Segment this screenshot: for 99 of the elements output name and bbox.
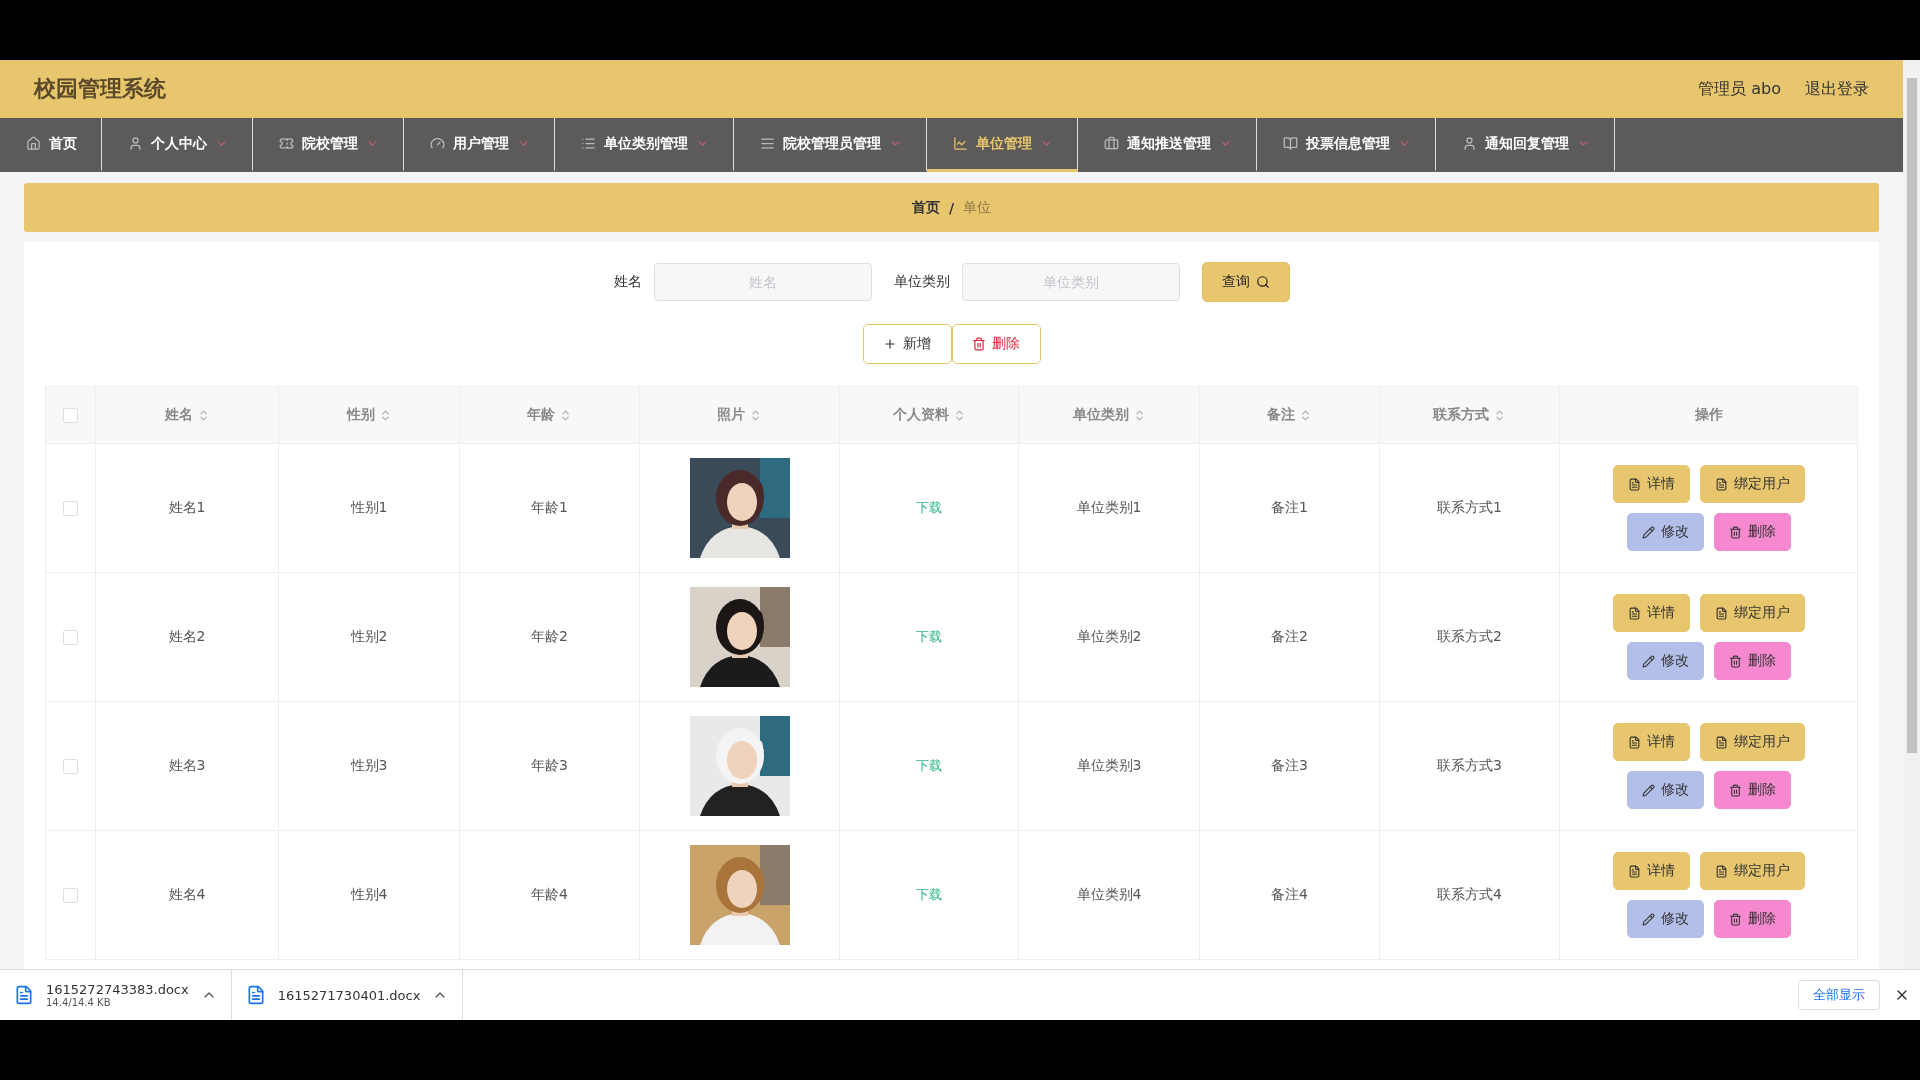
search-icon: [1255, 275, 1270, 289]
sort-icon[interactable]: [1299, 408, 1312, 422]
table-cell: 单位类别3: [1076, 757, 1142, 773]
nav-icon: [1462, 136, 1477, 151]
table-cell: 备注3: [1271, 757, 1308, 773]
detail-button[interactable]: 详情: [1612, 723, 1690, 761]
nav-icon: [430, 136, 445, 151]
pencil-icon: [1641, 654, 1655, 668]
table-cell: 姓名4: [168, 886, 206, 902]
nav-icon: [1283, 136, 1298, 151]
sort-icon[interactable]: [749, 408, 762, 422]
document-icon: [1627, 477, 1641, 491]
table-cell: 年龄4: [531, 886, 568, 902]
table-cell: 年龄3: [531, 757, 568, 773]
table-cell: 性别2: [350, 628, 388, 644]
field-label: 姓名: [613, 273, 642, 291]
document-icon: [1714, 735, 1728, 749]
plus-icon: [883, 337, 897, 351]
add-button[interactable]: 新增: [862, 324, 952, 364]
delete-button[interactable]: 删除: [1713, 513, 1791, 551]
row-checkbox[interactable]: [63, 888, 78, 904]
row-checkbox[interactable]: [63, 630, 78, 646]
column-title[interactable]: 个人资料: [892, 406, 949, 424]
sort-icon[interactable]: [1493, 408, 1506, 422]
document-icon: [14, 985, 34, 1005]
table-cell: 单位类别4: [1076, 886, 1142, 902]
query-button[interactable]: 查询: [1201, 262, 1290, 302]
delete-button[interactable]: 删除: [951, 324, 1041, 364]
bind-user-button[interactable]: 绑定用户: [1699, 852, 1805, 890]
edit-button[interactable]: 修改: [1626, 900, 1704, 938]
trash-icon: [972, 337, 986, 351]
app-title: 校园管理系统: [34, 75, 167, 103]
table-cell: 联系方式3: [1437, 757, 1502, 773]
detail-button[interactable]: 详情: [1612, 852, 1690, 890]
nav-tab[interactable]: 单位管理: [927, 118, 1078, 172]
breadcrumb-separator: /: [948, 199, 955, 216]
trash-icon: [1728, 654, 1742, 668]
document-icon: [1714, 606, 1728, 620]
table-cell: 姓名3: [168, 757, 206, 773]
show-all-button[interactable]: 全部显示: [1798, 980, 1880, 1010]
table-cell: 联系方式4: [1437, 886, 1502, 902]
delete-button[interactable]: 删除: [1713, 771, 1791, 809]
row-checkbox[interactable]: [63, 759, 78, 775]
table-cell: 性别3: [350, 757, 388, 773]
trash-icon: [1728, 525, 1742, 539]
table-cell: 单位类别2: [1076, 628, 1142, 644]
table-cell: 年龄1: [531, 499, 568, 515]
table-cell: 姓名2: [168, 628, 206, 644]
table-cell: 备注2: [1271, 628, 1308, 644]
document-icon: [1627, 606, 1641, 620]
delete-button[interactable]: 删除: [1713, 642, 1791, 680]
detail-button[interactable]: 详情: [1612, 465, 1690, 503]
column-title: 操作: [1694, 406, 1723, 424]
nav-icon: [26, 136, 41, 151]
table-cell: 姓名1: [168, 499, 206, 515]
bind-user-button[interactable]: 绑定用户: [1699, 723, 1805, 761]
trash-icon: [1728, 912, 1742, 926]
table-cell: 性别4: [350, 886, 388, 902]
table-cell: 联系方式1: [1437, 499, 1502, 515]
scrollbar[interactable]: [1903, 60, 1920, 969]
download-file-name[interactable]: 1615272743383.docx: [46, 982, 189, 997]
table-cell: 单位类别1: [1076, 499, 1142, 515]
pencil-icon: [1641, 912, 1655, 926]
select-all-checkbox[interactable]: [63, 408, 78, 424]
bind-user-button[interactable]: 绑定用户: [1699, 465, 1805, 503]
table-cell: 备注1: [1271, 499, 1308, 515]
nav-icon: [279, 136, 294, 151]
sort-icon[interactable]: [559, 408, 572, 422]
document-icon: [1627, 735, 1641, 749]
table-cell: 备注4: [1271, 886, 1308, 902]
edit-button[interactable]: 修改: [1626, 513, 1704, 551]
nav-icon: [760, 136, 775, 151]
table-cell: 年龄2: [531, 628, 568, 644]
download-file-name[interactable]: 1615271730401.docx: [277, 987, 421, 1003]
breadcrumb-link[interactable]: 首页: [911, 198, 940, 217]
table-cell: 联系方式2: [1437, 628, 1502, 644]
column-title[interactable]: 单位类别: [1072, 406, 1129, 424]
detail-button[interactable]: 详情: [1612, 594, 1690, 632]
document-icon: [1627, 864, 1641, 878]
pencil-icon: [1641, 525, 1655, 539]
nav-icon: [581, 136, 596, 151]
table-cell: 性别1: [350, 499, 388, 515]
nav-icon: [953, 136, 968, 151]
user-name: 管理员 abo: [1698, 78, 1781, 100]
logout-link[interactable]: 退出登录: [1805, 78, 1869, 100]
column-title[interactable]: 照片: [717, 406, 745, 424]
edit-button[interactable]: 修改: [1626, 642, 1704, 680]
bind-user-button[interactable]: 绑定用户: [1699, 594, 1805, 632]
document-icon: [1714, 864, 1728, 878]
delete-button[interactable]: 删除: [1713, 900, 1791, 938]
edit-button[interactable]: 修改: [1626, 771, 1704, 809]
document-icon: [1714, 477, 1728, 491]
download-size: 14.4/14.4 KB: [46, 997, 112, 1008]
row-checkbox[interactable]: [63, 501, 78, 517]
pencil-icon: [1641, 783, 1655, 797]
nav-icon: [1104, 136, 1119, 151]
trash-icon: [1728, 783, 1742, 797]
nav-icon: [128, 136, 143, 151]
field-label: 单位类别: [893, 273, 950, 291]
